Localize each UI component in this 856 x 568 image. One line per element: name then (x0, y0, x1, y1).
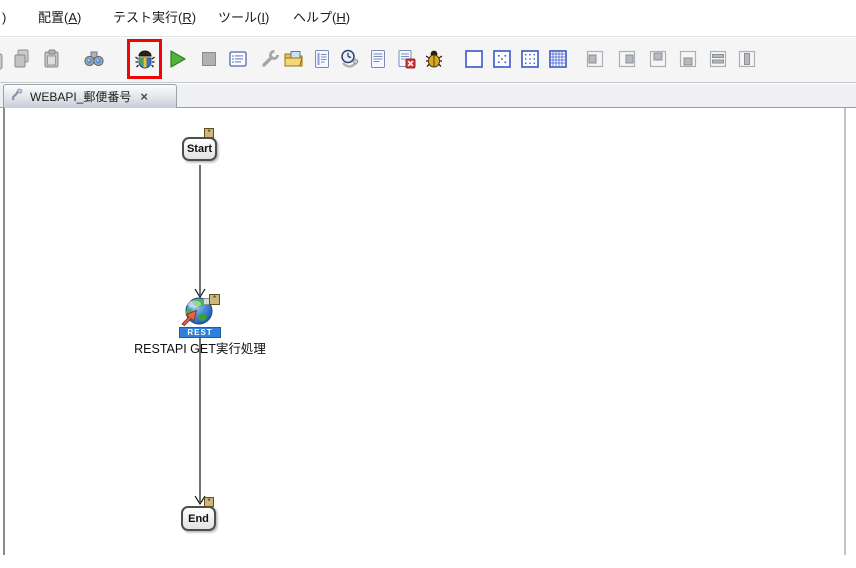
connector-rest-to-end[interactable] (192, 336, 208, 506)
grid-coarse-icon[interactable] (491, 48, 513, 70)
end-node-badge-icon: * (204, 497, 214, 507)
flow-node-start[interactable]: Start (182, 137, 217, 161)
wrench-tool-icon[interactable] (259, 48, 281, 70)
menu-item-clipped[interactable]: ) (2, 0, 6, 36)
run-play-icon[interactable] (166, 48, 188, 70)
align-right-icon[interactable] (616, 48, 638, 70)
flow-canvas[interactable]: Start * * REST RESTAPI GET実行処理 End * (3, 108, 846, 555)
grid-none-icon[interactable] (463, 48, 485, 70)
menu-item-help[interactable]: ヘルプ(H) (293, 0, 350, 36)
grid-medium-icon[interactable] (519, 48, 541, 70)
open-folder-icon[interactable] (283, 48, 305, 70)
menu-bar: ) 配置(A) テスト実行(R) ツール(I) ヘルプ(H) (0, 0, 856, 37)
menu-item-test-run[interactable]: テスト実行(R) (113, 0, 196, 36)
distribute-horizontal-icon[interactable] (707, 48, 729, 70)
search-binoculars-icon[interactable] (83, 48, 105, 70)
align-bottom-icon[interactable] (677, 48, 699, 70)
paste-icon[interactable] (41, 48, 63, 70)
flow-node-end[interactable]: End (181, 506, 216, 531)
rest-node-badge-icon: * (209, 294, 220, 305)
end-node-label: End (188, 513, 209, 525)
tab-label: WEBAPI_郵便番号 (30, 88, 131, 105)
distribute-vertical-icon[interactable] (736, 48, 758, 70)
bug-icon[interactable] (423, 48, 445, 70)
stop-icon[interactable] (198, 48, 220, 70)
start-node-badge-icon: * (204, 128, 214, 138)
document-spec-icon[interactable] (367, 48, 389, 70)
align-left-icon[interactable] (584, 48, 606, 70)
grid-fine-icon[interactable] (547, 48, 569, 70)
clipped-edge-icon[interactable] (0, 52, 7, 74)
execution-settings-icon[interactable] (227, 48, 249, 70)
script-scroll-icon (10, 87, 25, 107)
debug-icon-highlight-box (127, 39, 162, 79)
execution-history-clock-icon[interactable] (339, 48, 361, 70)
document-error-icon[interactable] (395, 48, 417, 70)
tab-close-icon[interactable]: × (140, 91, 148, 103)
tab-bar: WEBAPI_郵便番号 × ◁ ▷ (0, 84, 856, 108)
document-lines-icon[interactable] (311, 48, 333, 70)
copy-icon[interactable] (11, 48, 33, 70)
align-top-icon[interactable] (647, 48, 669, 70)
rest-node-tag: REST (179, 327, 221, 338)
menu-item-arrange[interactable]: 配置(A) (38, 0, 81, 36)
menu-item-tools[interactable]: ツール(I) (218, 0, 269, 36)
connector-start-to-rest[interactable] (192, 165, 208, 299)
tab-webapi-postal-code[interactable]: WEBAPI_郵便番号 × (3, 84, 177, 108)
start-node-label: Start (187, 143, 212, 155)
